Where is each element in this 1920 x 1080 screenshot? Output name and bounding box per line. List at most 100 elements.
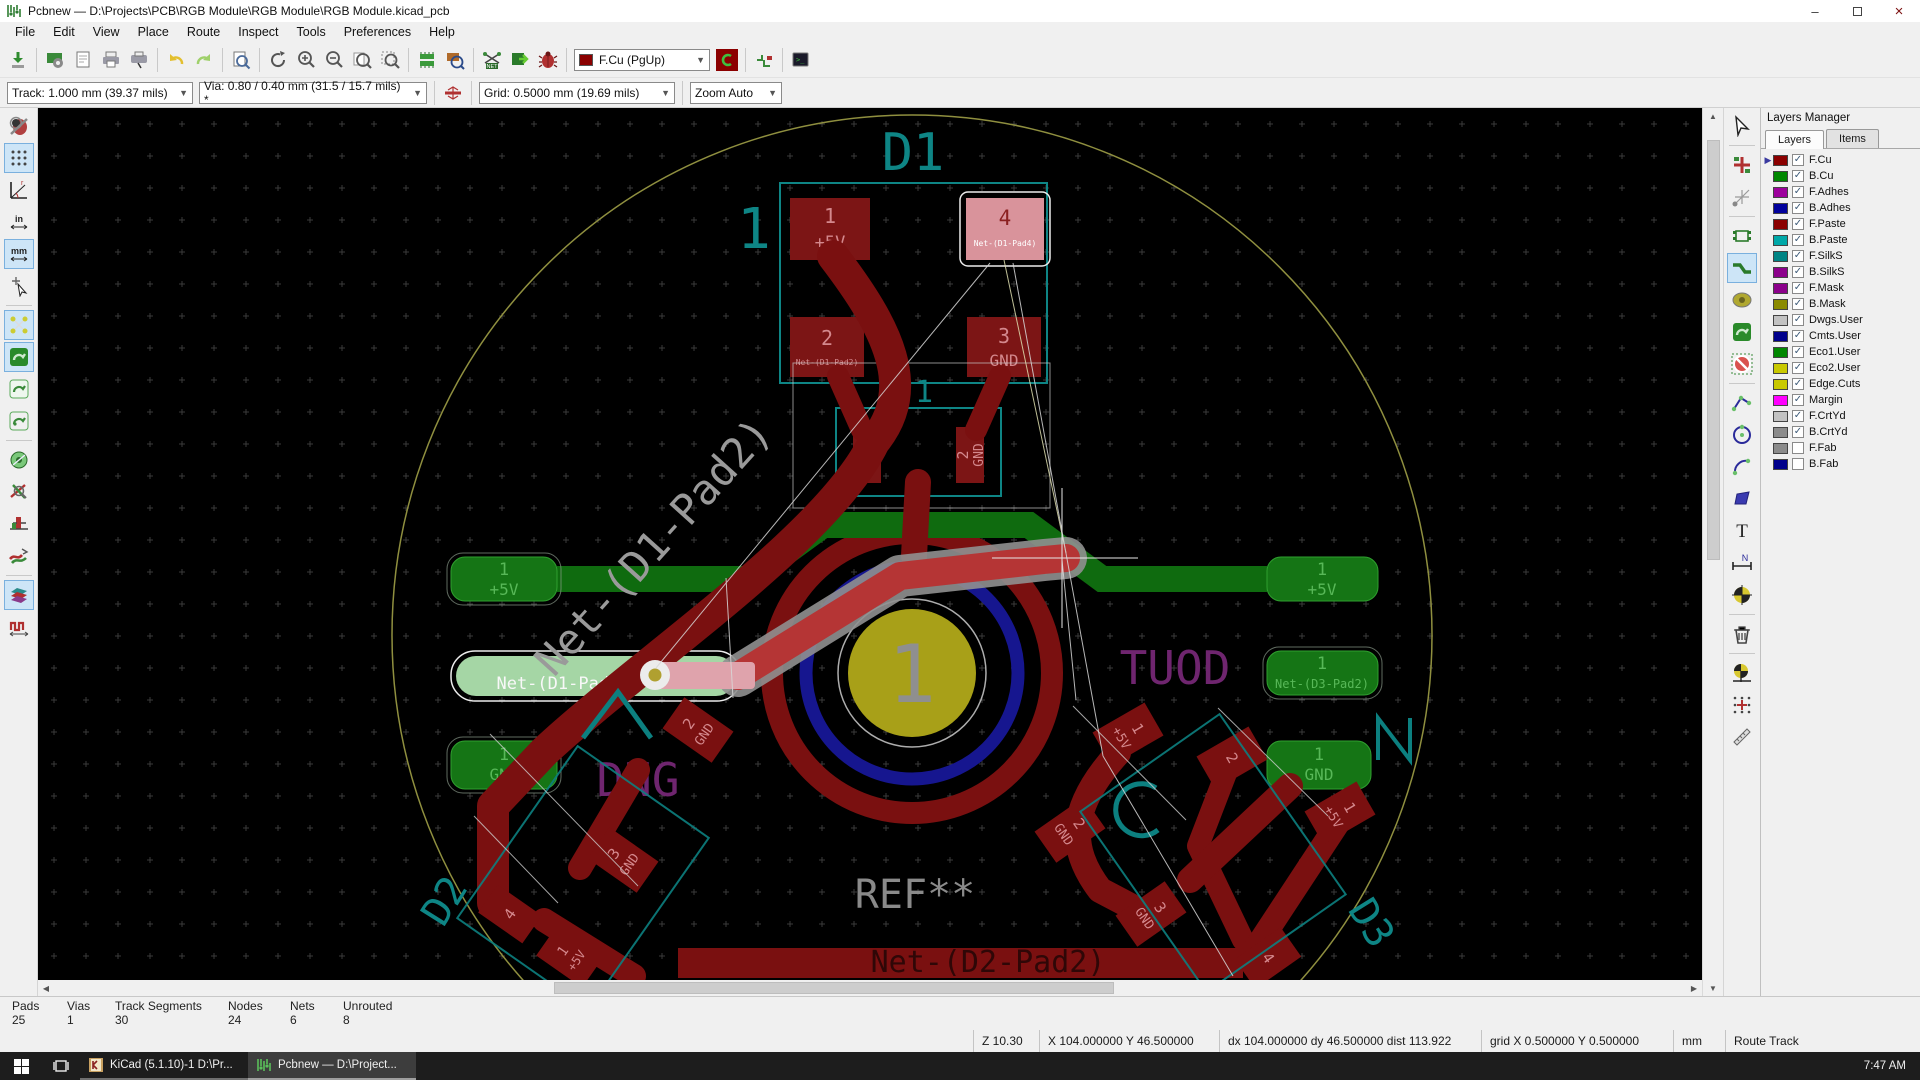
menu-edit[interactable]: Edit [44, 23, 84, 41]
scroll-up-icon[interactable]: ▲ [1705, 108, 1721, 124]
tab-items[interactable]: Items [1826, 129, 1879, 148]
scroll-left-icon[interactable]: ◀ [38, 980, 54, 996]
maximize-button[interactable] [1836, 0, 1878, 22]
refresh-button[interactable] [264, 46, 292, 74]
zoom-fit-button[interactable] [348, 46, 376, 74]
horizontal-scrollbar[interactable]: ◀ ▶ [38, 980, 1702, 996]
vertical-scrollbar[interactable]: ▲ ▼ [1702, 108, 1723, 996]
layer-row-fcrtyd[interactable]: ✓ F.CrtYd [1761, 408, 1920, 424]
layer-visibility-checkbox[interactable]: ✓ [1792, 410, 1804, 422]
layer-row-edgecuts[interactable]: ✓ Edge.Cuts [1761, 376, 1920, 392]
microwave-tools-button[interactable] [750, 46, 778, 74]
vertical-scroll-thumb[interactable] [1706, 140, 1720, 560]
scroll-right-icon[interactable]: ▶ [1686, 980, 1702, 996]
layer-visibility-checkbox[interactable]: ✓ [1792, 394, 1804, 406]
measure-tool-button[interactable] [1727, 722, 1757, 752]
print-button[interactable] [97, 46, 125, 74]
read-netlist-button[interactable]: NET [478, 46, 506, 74]
zones-outline-button[interactable] [4, 406, 34, 436]
plot-button[interactable] [125, 46, 153, 74]
zoom-in-button[interactable] [292, 46, 320, 74]
layer-visibility-checkbox[interactable]: ✓ [1792, 250, 1804, 262]
minimize-button[interactable]: – [1794, 0, 1836, 22]
layer-visibility-checkbox[interactable]: ✓ [1792, 186, 1804, 198]
add-circle-tool-button[interactable] [1727, 420, 1757, 450]
close-button[interactable]: × [1878, 0, 1920, 22]
menu-view[interactable]: View [84, 23, 129, 41]
add-footprint-tool-button[interactable] [1727, 221, 1757, 251]
layer-row-bfab[interactable]: B.Fab [1761, 456, 1920, 472]
drill-origin-tool-button[interactable] [1727, 658, 1757, 688]
layer-visibility-checkbox[interactable]: ✓ [1792, 346, 1804, 358]
pad-display-mode-button[interactable] [4, 477, 34, 507]
d1-pad4-highlighted[interactable]: 4 Net-(D1-Pad4) [959, 191, 1051, 267]
layer-row-ffab[interactable]: F.Fab [1761, 440, 1920, 456]
track-width-dropdown[interactable]: Track: 1.000 mm (39.37 mils) ▼ [7, 81, 193, 104]
layer-row-eco2user[interactable]: ✓ Eco2.User [1761, 360, 1920, 376]
local-ratsnest-tool-button[interactable] [1727, 182, 1757, 212]
layer-visibility-checkbox[interactable] [1792, 458, 1804, 470]
layer-visibility-checkbox[interactable]: ✓ [1792, 154, 1804, 166]
page-settings-button[interactable] [69, 46, 97, 74]
add-target-tool-button[interactable] [1727, 580, 1757, 610]
pad-left-5v[interactable]: 1 +5V [446, 552, 562, 606]
add-text-tool-button[interactable]: T [1727, 516, 1757, 546]
pad-right-net-d3[interactable]: 1 Net-(D3-Pad2) [1262, 646, 1383, 700]
footprint-viewer-button[interactable] [441, 46, 469, 74]
highlight-net-tool-button[interactable] [1727, 150, 1757, 180]
task-view-button[interactable] [42, 1052, 80, 1080]
save-button[interactable] [4, 46, 32, 74]
zones-filled-button[interactable] [3, 342, 34, 372]
layer-row-fcu[interactable]: ▶ ✓ F.Cu [1761, 152, 1920, 168]
polar-coordinates-button[interactable]: r [4, 175, 34, 205]
zoom-out-button[interactable] [320, 46, 348, 74]
layer-visibility-checkbox[interactable]: ✓ [1792, 218, 1804, 230]
pcb-canvas[interactable]: TUOD DNG 1 +5V 1 +5V 1 Net-(D3-Pad2) 1 G… [38, 108, 1702, 980]
menu-file[interactable]: File [6, 23, 44, 41]
layer-visibility-checkbox[interactable]: ✓ [1792, 362, 1804, 374]
zone-display-mode-button[interactable] [4, 445, 34, 475]
layer-visibility-checkbox[interactable]: ✓ [1792, 266, 1804, 278]
layer-pair-indicator-button[interactable] [713, 46, 741, 74]
via-size-dropdown[interactable]: Via: 0.80 / 0.40 mm (31.5 / 15.7 mils) *… [199, 79, 427, 107]
layer-visibility-checkbox[interactable]: ✓ [1792, 378, 1804, 390]
auto-track-width-button[interactable] [439, 79, 467, 107]
layers-manager-toggle-button[interactable] [3, 580, 34, 610]
add-polygon-tool-button[interactable] [1727, 484, 1757, 514]
menu-help[interactable]: Help [420, 23, 464, 41]
add-arc-tool-button[interactable] [1727, 452, 1757, 482]
layer-visibility-checkbox[interactable]: ✓ [1792, 282, 1804, 294]
layer-visibility-checkbox[interactable]: ✓ [1792, 314, 1804, 326]
via-display-mode-button[interactable] [4, 509, 34, 539]
menu-route[interactable]: Route [178, 23, 229, 41]
track-display-mode-button[interactable] [4, 541, 34, 571]
layer-row-margin[interactable]: ✓ Margin [1761, 392, 1920, 408]
footprint-editor-button[interactable] [413, 46, 441, 74]
layer-select-dropdown[interactable]: F.Cu (PgUp) ▼ [574, 48, 710, 71]
high-contrast-mode-button[interactable] [4, 612, 34, 642]
zones-unfilled-button[interactable] [4, 374, 34, 404]
horizontal-scroll-thumb[interactable] [554, 982, 1114, 994]
zoom-level-dropdown[interactable]: Zoom Auto ▼ [690, 81, 782, 104]
route-tracks-tool-button[interactable] [1727, 253, 1757, 283]
menu-preferences[interactable]: Preferences [335, 23, 420, 41]
d1-pad2[interactable]: 2 Net-(D1-Pad2) [790, 317, 864, 377]
layer-row-bmask[interactable]: ✓ B.Mask [1761, 296, 1920, 312]
grid-size-dropdown[interactable]: Grid: 0.5000 mm (19.69 mils) ▼ [479, 81, 675, 104]
layer-row-fmask[interactable]: ✓ F.Mask [1761, 280, 1920, 296]
layer-row-bsilks[interactable]: ✓ B.SilkS [1761, 264, 1920, 280]
redo-button[interactable] [190, 46, 218, 74]
layer-row-fsilks[interactable]: ✓ F.SilkS [1761, 248, 1920, 264]
layer-row-badhes[interactable]: ✓ B.Adhes [1761, 200, 1920, 216]
layer-row-cmtsuser[interactable]: ✓ Cmts.User [1761, 328, 1920, 344]
add-zone-tool-button[interactable] [1727, 317, 1757, 347]
zoom-selection-button[interactable] [376, 46, 404, 74]
tab-layers[interactable]: Layers [1765, 130, 1825, 149]
layer-row-eco1user[interactable]: ✓ Eco1.User [1761, 344, 1920, 360]
layer-visibility-checkbox[interactable] [1792, 442, 1804, 454]
layer-row-fpaste[interactable]: ✓ F.Paste [1761, 216, 1920, 232]
toggle-grid-button[interactable] [3, 143, 34, 173]
taskbar-clock[interactable]: 7:47 AM [1850, 1052, 1920, 1080]
update-pcb-from-schematic-button[interactable] [506, 46, 534, 74]
add-dimension-tool-button[interactable]: N [1727, 548, 1757, 578]
